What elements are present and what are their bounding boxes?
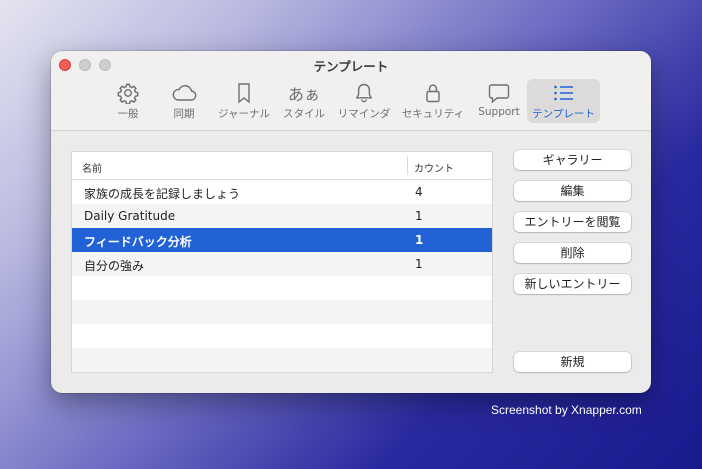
tab-reminders[interactable]: リマインダ — [335, 79, 393, 123]
template-name: Daily Gratitude — [84, 209, 176, 223]
delete-button[interactable]: 削除 — [514, 243, 631, 263]
edit-button[interactable]: 編集 — [514, 181, 631, 201]
tab-security[interactable]: セキュリティ — [401, 79, 465, 123]
text-style-icon: あぁ — [287, 85, 320, 104]
empty-row — [72, 348, 492, 372]
table-row-selected[interactable]: フィードバック分析 1 — [72, 228, 492, 252]
tab-sync-label: 同期 — [173, 108, 195, 120]
table-row[interactable]: 自分の強み 1 — [72, 252, 492, 276]
empty-row — [72, 300, 492, 324]
new-entry-button[interactable]: 新しいエントリー — [514, 274, 631, 294]
watermark-text: Screenshot by Xnapper.com — [491, 403, 642, 417]
table-header: 名前 カウント — [72, 152, 492, 180]
lock-icon — [424, 81, 442, 105]
new-template-button[interactable]: 新規 — [514, 352, 631, 372]
template-count: 1 — [415, 233, 424, 247]
template-name: 自分の強み — [84, 259, 145, 273]
speech-bubble-icon — [487, 81, 511, 105]
bookmark-icon — [236, 81, 252, 105]
template-name: 家族の成長を記録しましょう — [84, 187, 241, 201]
tab-security-label: セキュリティ — [401, 108, 465, 120]
templates-table: 名前 カウント 家族の成長を記録しましょう 4 Daily Gratitude … — [71, 151, 493, 373]
empty-row — [72, 276, 492, 300]
tab-support-label: Support — [478, 106, 520, 118]
template-count: 1 — [415, 209, 423, 223]
preferences-window: テンプレート 一般 同期 ジャーナル あぁ スタイル リマインダ セキュリティ … — [51, 51, 651, 393]
list-icon — [552, 81, 576, 105]
tab-sync[interactable]: 同期 — [163, 79, 205, 123]
template-name: フィードバック分析 — [84, 235, 192, 249]
tab-templates[interactable]: テンプレート — [527, 79, 600, 123]
tab-general-label: 一般 — [117, 108, 139, 120]
table-row[interactable]: Daily Gratitude 1 — [72, 204, 492, 228]
tab-reminders-label: リマインダ — [337, 108, 391, 120]
tab-general[interactable]: 一般 — [107, 79, 149, 123]
column-divider — [407, 156, 408, 175]
gear-icon — [117, 81, 139, 105]
view-entries-button[interactable]: エントリーを閲覧 — [514, 212, 631, 232]
template-count: 1 — [415, 257, 423, 271]
tab-journal-label: ジャーナル — [218, 108, 270, 120]
toolbar: テンプレート 一般 同期 ジャーナル あぁ スタイル リマインダ セキュリティ … — [51, 51, 651, 131]
tab-journal[interactable]: ジャーナル — [215, 79, 273, 123]
cloud-icon — [171, 81, 197, 105]
column-header-count[interactable]: カウント — [414, 160, 454, 175]
tab-style-label: スタイル — [283, 108, 325, 120]
tab-support[interactable]: Support — [473, 79, 525, 123]
window-title: テンプレート — [313, 59, 389, 74]
bell-icon — [354, 81, 374, 105]
column-header-name[interactable]: 名前 — [82, 160, 102, 175]
empty-row — [72, 324, 492, 348]
tab-style[interactable]: あぁ スタイル — [279, 79, 329, 123]
tab-templates-label: テンプレート — [532, 108, 595, 120]
template-count: 4 — [415, 185, 423, 199]
table-row[interactable]: 家族の成長を記録しましょう 4 — [72, 180, 492, 204]
gallery-button[interactable]: ギャラリー — [514, 150, 631, 170]
